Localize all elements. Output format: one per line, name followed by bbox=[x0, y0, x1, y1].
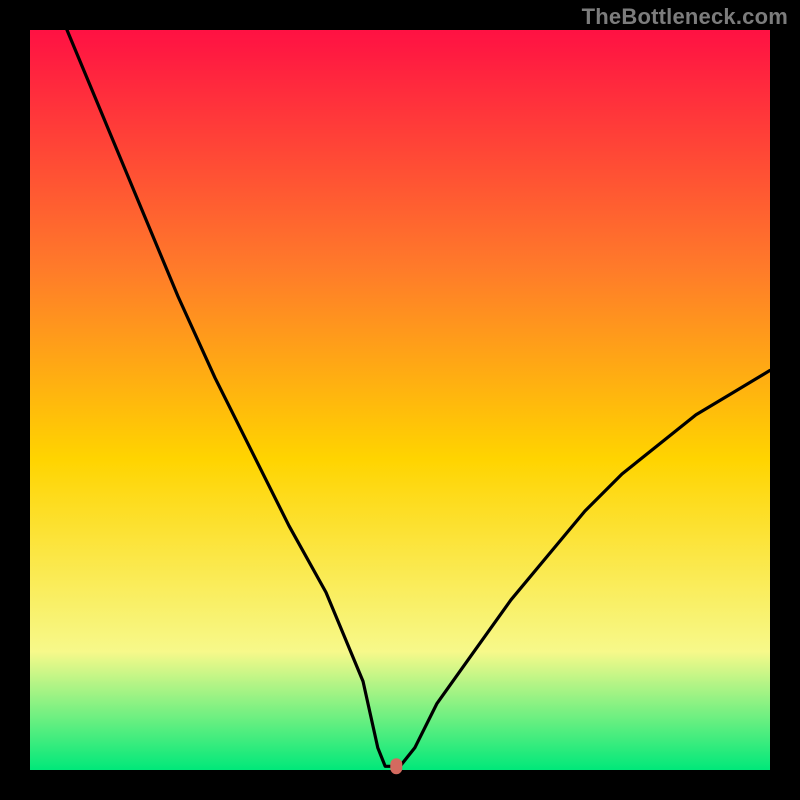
chart-frame: TheBottleneck.com bbox=[0, 0, 800, 800]
bottleneck-chart bbox=[0, 0, 800, 800]
watermark-text: TheBottleneck.com bbox=[582, 4, 788, 30]
optimal-point-marker bbox=[390, 758, 402, 774]
plot-background bbox=[30, 30, 770, 770]
